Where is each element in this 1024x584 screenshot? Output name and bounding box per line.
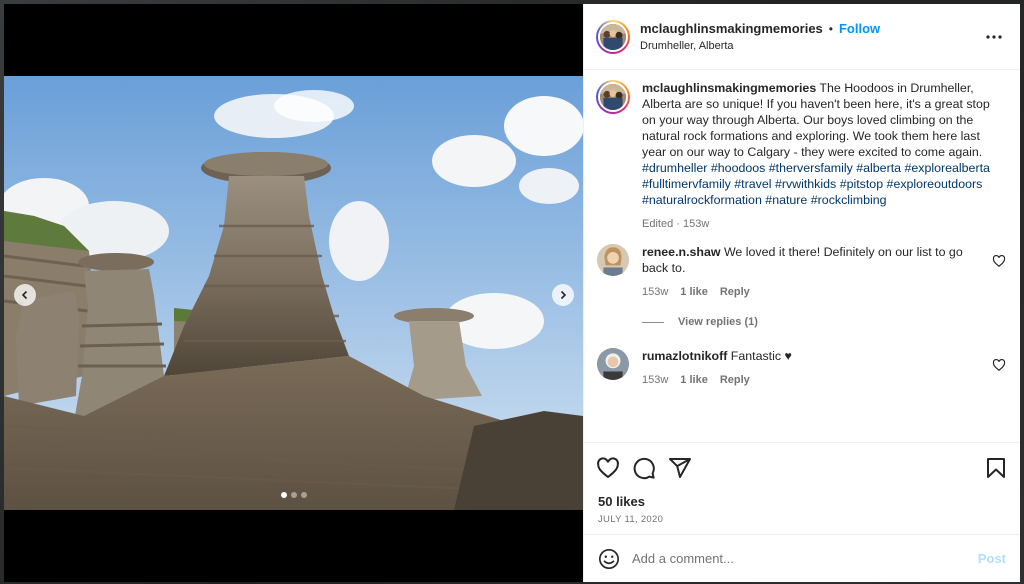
reply-button[interactable]: Reply xyxy=(720,374,750,386)
comment-likes[interactable]: 1 like xyxy=(680,374,708,386)
commenter-avatar[interactable] xyxy=(597,244,629,276)
family-photo-avatar xyxy=(600,84,626,110)
hashtag-link[interactable]: #hoodoos xyxy=(711,161,765,175)
comment-age[interactable]: 153w xyxy=(642,286,668,298)
hashtag-link[interactable]: #explorealberta xyxy=(904,161,989,175)
replies-line xyxy=(642,321,664,323)
post-photo[interactable] xyxy=(4,76,583,510)
chevron-right-icon xyxy=(560,290,567,300)
share-icon[interactable] xyxy=(668,456,692,480)
author-username[interactable]: mclaughlinsmakingmemories xyxy=(640,21,823,36)
comment-text: Fantastic ♥ xyxy=(727,349,792,363)
hashtag-link[interactable]: #travel xyxy=(734,177,771,191)
woman-portrait-avatar xyxy=(597,348,629,380)
follow-button[interactable]: Follow xyxy=(839,21,880,36)
hashtag-link[interactable]: #pitstop xyxy=(840,177,883,191)
comment-item: renee.n.shaw We loved it there! Definite… xyxy=(596,244,1006,298)
hashtag-link[interactable]: #nature xyxy=(765,193,807,207)
post-actions xyxy=(584,442,1020,492)
carousel-dot xyxy=(290,492,297,498)
hashtag-link[interactable]: #fulltimervfamily xyxy=(642,177,731,191)
hashtag-link[interactable]: #alberta xyxy=(856,161,901,175)
carousel-indicator xyxy=(4,492,583,498)
hashtag-link[interactable]: #therversfamily xyxy=(769,161,853,175)
woman-portrait-avatar xyxy=(597,244,629,276)
carousel-prev-button[interactable] xyxy=(14,284,36,306)
comment-icon[interactable] xyxy=(632,456,656,480)
comment-age[interactable]: 153w xyxy=(642,374,668,386)
heart-icon[interactable] xyxy=(596,456,620,480)
commenter-username[interactable]: renee.n.shaw xyxy=(642,245,721,259)
caption: mclaughlinsmakingmemories The Hoodoos in… xyxy=(596,80,1006,230)
separator-dot: • xyxy=(828,21,833,36)
post-comment-button[interactable]: Post xyxy=(978,551,1006,566)
comment-likes[interactable]: 1 like xyxy=(680,286,708,298)
comments-list[interactable]: mclaughlinsmakingmemories The Hoodoos in… xyxy=(584,70,1020,442)
commenter-username[interactable]: rumazlotnikoff xyxy=(642,349,727,363)
caption-username[interactable]: mclaughlinsmakingmemories xyxy=(642,81,816,95)
post-location[interactable]: Drumheller, Alberta xyxy=(640,40,982,52)
author-avatar[interactable] xyxy=(596,19,630,54)
view-replies-button[interactable]: View replies (1) xyxy=(642,316,1006,328)
post-date[interactable]: JULY 11, 2020 xyxy=(584,512,1020,534)
reply-button[interactable]: Reply xyxy=(720,286,750,298)
carousel-dot xyxy=(280,492,287,498)
hashtag-link[interactable]: #drumheller xyxy=(642,161,707,175)
comment-heart-icon[interactable] xyxy=(992,254,1006,268)
comment-item: rumazlotnikoff Fantastic ♥ 153w 1 like R… xyxy=(596,348,1006,386)
likes-count[interactable]: 50 likes xyxy=(584,492,1020,512)
caption-hashtags: #drumheller #hoodoos #therversfamily #al… xyxy=(642,161,990,207)
post-modal: mclaughlinsmakingmemories • Follow Drumh… xyxy=(4,4,1020,582)
post-side-panel: mclaughlinsmakingmemories • Follow Drumh… xyxy=(583,4,1020,582)
chevron-left-icon xyxy=(21,290,28,300)
comment-input[interactable] xyxy=(632,551,978,566)
hashtag-link[interactable]: #exploreoutdoors xyxy=(887,177,983,191)
more-options-icon xyxy=(986,34,1002,39)
hashtag-link[interactable]: #naturalrockformation xyxy=(642,193,762,207)
emoji-icon[interactable] xyxy=(598,548,620,570)
caption-text: mclaughlinsmakingmemories The Hoodoos in… xyxy=(642,80,1006,208)
more-options-button[interactable] xyxy=(982,25,1006,49)
hashtag-link[interactable]: #rockclimbing xyxy=(811,193,887,207)
family-photo-avatar xyxy=(600,23,626,50)
comment-heart-icon[interactable] xyxy=(992,358,1006,372)
caption-avatar[interactable] xyxy=(596,80,630,114)
caption-meta: Edited · 153w xyxy=(642,218,710,230)
carousel-next-button[interactable] xyxy=(552,284,574,306)
post-header: mclaughlinsmakingmemories • Follow Drumh… xyxy=(584,4,1020,70)
view-replies-label: View replies (1) xyxy=(678,316,758,328)
add-comment-bar: Post xyxy=(584,534,1020,582)
commenter-avatar[interactable] xyxy=(597,348,629,380)
bookmark-icon[interactable] xyxy=(984,456,1008,480)
hashtag-link[interactable]: #rvwithkids xyxy=(775,177,836,191)
post-media xyxy=(4,4,583,582)
carousel-dot xyxy=(300,492,307,498)
